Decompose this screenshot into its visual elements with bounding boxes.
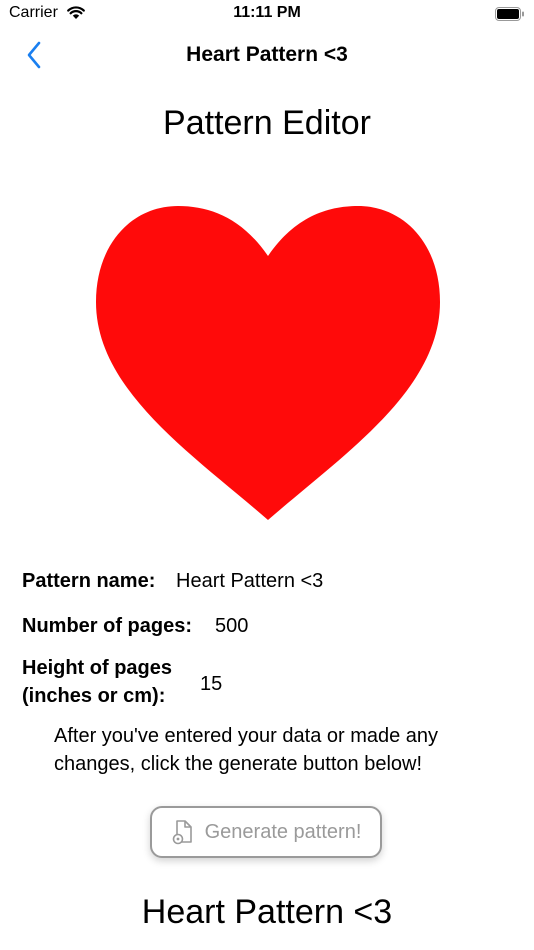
battery-icon	[495, 7, 524, 21]
pattern-name-label: Pattern name:	[22, 570, 156, 592]
height-label-line2: (inches or cm):	[22, 685, 166, 707]
document-gear-icon	[172, 820, 192, 845]
generate-pattern-button[interactable]: Generate pattern!	[150, 806, 382, 858]
heart-shape	[96, 206, 440, 520]
pages-label: Number of pages:	[22, 615, 193, 637]
status-bar: Carrier 11:11 PM	[0, 0, 534, 30]
pattern-name-field[interactable]: Heart Pattern <3	[176, 570, 323, 593]
page-title: Pattern Editor	[163, 104, 371, 142]
nav-title: Heart Pattern <3	[186, 43, 348, 66]
clock: 11:11 PM	[233, 4, 301, 21]
generate-button-label: Generate pattern!	[204, 820, 362, 843]
result-title: Heart Pattern <3	[141, 893, 393, 931]
instructions-text: After you've entered your data or made a…	[54, 725, 439, 775]
height-label-line1: Height of pages	[22, 657, 173, 679]
pages-field[interactable]: 500	[215, 615, 248, 638]
height-field[interactable]: 15	[200, 673, 222, 696]
